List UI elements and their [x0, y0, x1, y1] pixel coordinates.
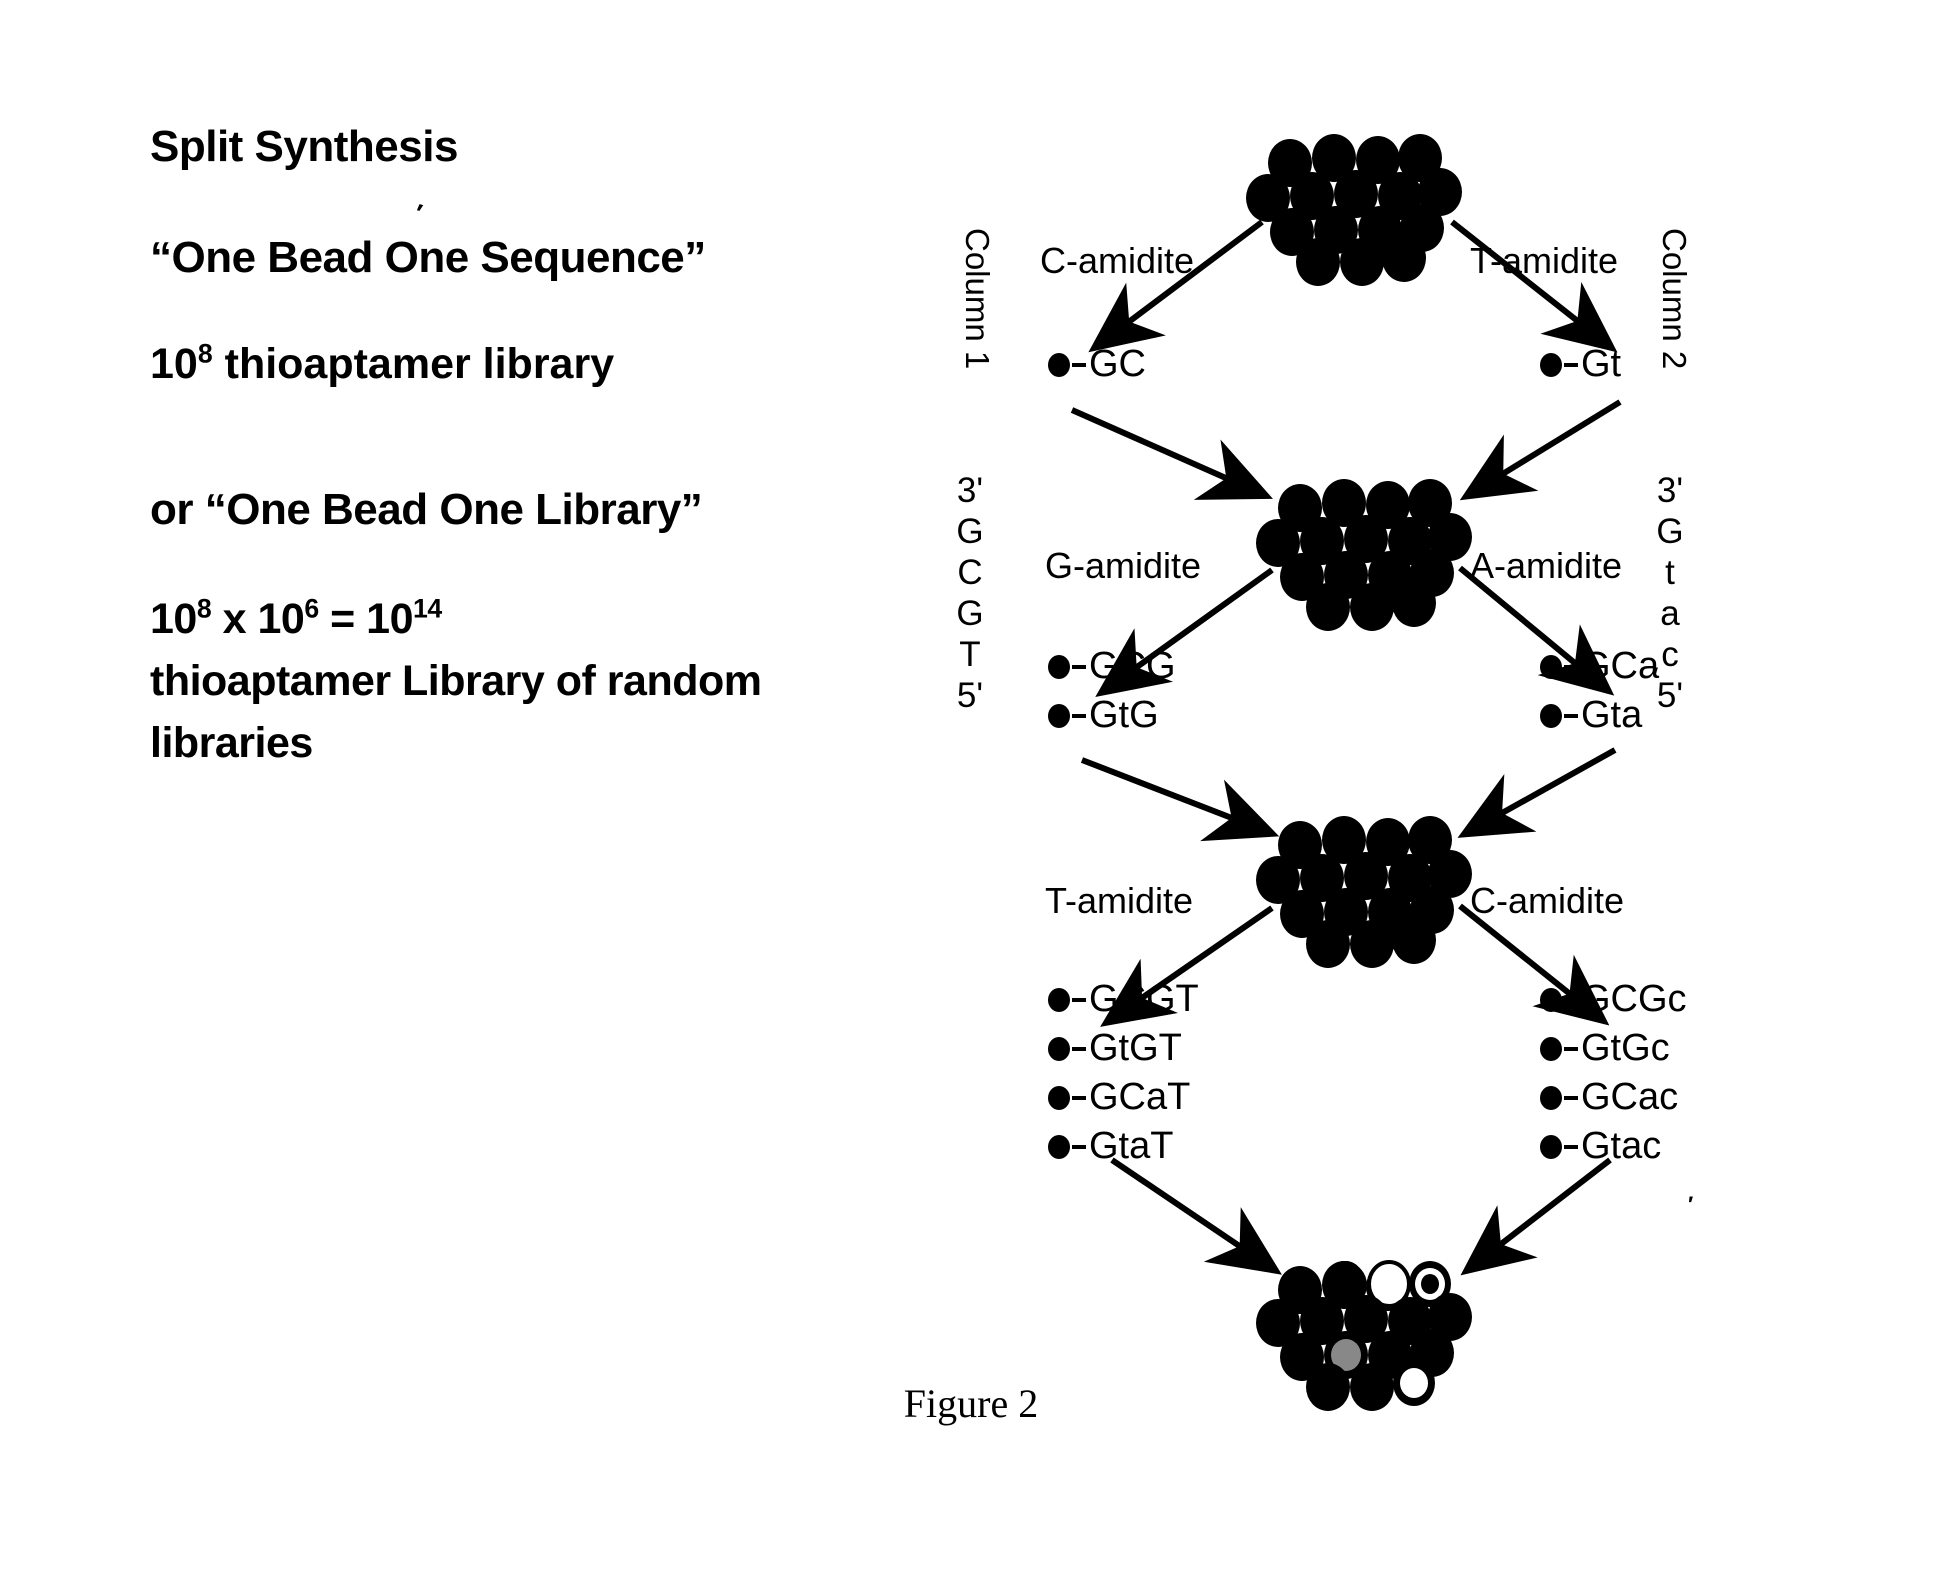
bead-label: GtGc: [1540, 1027, 1687, 1070]
bead-dot-icon: [1540, 1036, 1562, 1061]
bead-linker-icon: [1072, 997, 1086, 1002]
bead-labels-right-2: GCa Gta: [1540, 645, 1659, 743]
bead-label: GCac: [1540, 1076, 1687, 1119]
bead-labels-left-3: GCGT GtGT GCaT GtaT: [1048, 978, 1199, 1174]
bead-dot-icon: [1540, 1085, 1562, 1110]
bead-label: GtG: [1048, 694, 1176, 737]
bead-label: Gtac: [1540, 1125, 1687, 1168]
bead-dot-icon: [1540, 703, 1562, 728]
split-synthesis-diagram: Column 1 Column 2 3' G C G T 5' 3' G t a…: [0, 0, 1942, 1572]
bead-sequence-text: GtGc: [1581, 1027, 1670, 1069]
bead-label: GCG: [1048, 645, 1176, 688]
bead-labels-right-1: Gt: [1540, 343, 1621, 392]
arrow-pool-right-final: [1460, 1157, 1612, 1276]
bead-linker-icon: [1072, 664, 1086, 669]
bead-labels-left-1: GC: [1048, 343, 1146, 392]
bead-dot-icon: [1048, 987, 1070, 1012]
bead-linker-icon: [1564, 664, 1578, 669]
arrow-pool-right-1: [1459, 399, 1622, 501]
bead-sequence-text: GtG: [1089, 694, 1159, 736]
bead-sequence-text: Gta: [1581, 694, 1643, 736]
bead-labels-right-3: GCGc GtGc GCac Gtac: [1540, 978, 1687, 1174]
sequence-left-column: 3' G C G T 5': [956, 471, 984, 715]
bead-sequence-text: GCG: [1089, 645, 1176, 687]
amidite-label-left-3: T-amidite: [1045, 880, 1194, 921]
column-1-label: Column 1: [959, 228, 996, 370]
bead-cluster-start: [1246, 134, 1462, 286]
bead-sequence-text: GCGc: [1581, 978, 1687, 1020]
amidite-label-left-2: G-amidite: [1045, 545, 1202, 586]
amidite-label-right-2: A-amidite: [1470, 545, 1623, 586]
bead-dot-icon: [1540, 1134, 1562, 1159]
arrow-pool-left-1: [1070, 407, 1273, 500]
bead-dot-icon: [1048, 1085, 1070, 1110]
arrow-pool-left-final: [1110, 1157, 1282, 1275]
bead-label: GC: [1048, 343, 1146, 386]
bead-linker-icon: [1564, 713, 1578, 718]
bead-label: GtaT: [1048, 1125, 1199, 1168]
bead-dot-icon: [1048, 703, 1070, 728]
bead-label: Gt: [1540, 343, 1621, 386]
amidite-label-right-3: C-amidite: [1470, 880, 1625, 921]
bead-label: GtGT: [1048, 1027, 1199, 1070]
bead-sequence-text: GC: [1089, 343, 1146, 385]
bead-dot-icon: [1540, 352, 1562, 377]
arrow-pool-right-2: [1457, 747, 1617, 838]
bead-dot-icon: [1048, 352, 1070, 377]
bead-dot-icon: [1048, 654, 1070, 679]
column-2-label: Column 2: [1656, 228, 1693, 370]
amidite-label-right-1: T-amidite: [1470, 240, 1619, 281]
bead-sequence-text: GtaT: [1089, 1125, 1174, 1167]
bead-linker-icon: [1564, 1046, 1578, 1051]
bead-sequence-text: GCaT: [1089, 1076, 1191, 1118]
bead-sequence-text: Gtac: [1581, 1125, 1662, 1167]
bead-linker-icon: [1072, 713, 1086, 718]
bead-dot-icon: [1048, 1134, 1070, 1159]
bead-labels-left-2: GCG GtG: [1048, 645, 1176, 743]
bead-label: Gta: [1540, 694, 1659, 737]
bead-linker-icon: [1072, 1095, 1086, 1100]
bead-dot-icon: [1540, 654, 1562, 679]
bead-linker-icon: [1072, 1046, 1086, 1051]
bead-sequence-text: GtGT: [1089, 1027, 1182, 1069]
amidite-label-left-1: C-amidite: [1040, 240, 1195, 281]
bead-sequence-text: Gt: [1581, 343, 1622, 385]
bead-cluster-level-1: [1256, 479, 1472, 631]
bead-sequence-text: GCa: [1581, 645, 1660, 687]
bead-dot-icon: [1048, 1036, 1070, 1061]
bead-cluster-level-2: [1256, 816, 1472, 968]
bead-label: GCGc: [1540, 978, 1687, 1021]
arrow-pool-left-2: [1080, 757, 1280, 842]
bead-sequence-text: GCGT: [1089, 978, 1199, 1020]
bead-linker-icon: [1564, 1095, 1578, 1100]
bead-label: GCGT: [1048, 978, 1199, 1021]
bead-label: GCa: [1540, 645, 1659, 688]
bead-sequence-text: GCac: [1581, 1076, 1679, 1118]
bead-dot-icon: [1540, 987, 1562, 1012]
figure-caption: Figure 2: [903, 1381, 1039, 1426]
bead-linker-icon: [1072, 1144, 1086, 1149]
bead-linker-icon: [1564, 1144, 1578, 1149]
bead-linker-icon: [1072, 362, 1086, 367]
bead-label: GCaT: [1048, 1076, 1199, 1119]
bead-linker-icon: [1564, 997, 1578, 1002]
bead-linker-icon: [1564, 362, 1578, 367]
